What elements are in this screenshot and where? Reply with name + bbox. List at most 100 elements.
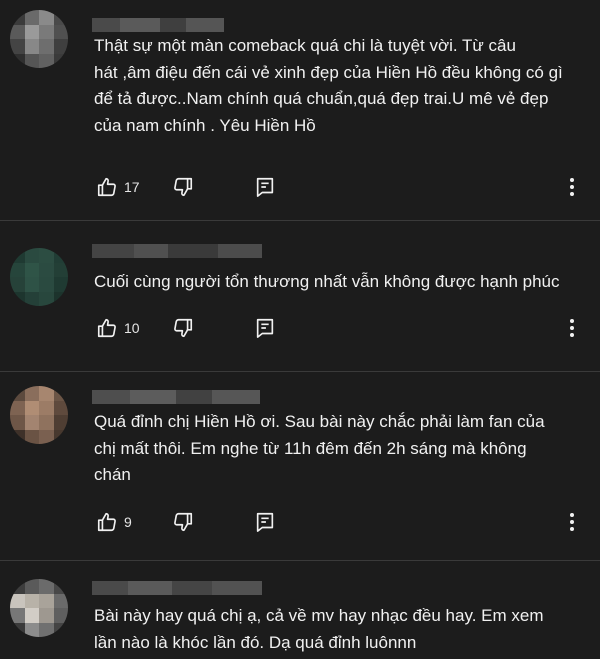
like-button[interactable]: [94, 315, 120, 341]
like-button[interactable]: [94, 174, 120, 200]
avatar-pixel: [39, 608, 54, 623]
avatar[interactable]: [10, 248, 68, 306]
avatar-pixel: [10, 579, 25, 594]
avatar-pixel: [53, 248, 68, 263]
avatar-pixel: [10, 248, 25, 263]
comment: Bài này hay quá chị ạ, cả về mv hay nhạc…: [0, 561, 600, 659]
avatar-pixel: [24, 39, 39, 54]
like-button[interactable]: [94, 509, 120, 535]
avatar-pixel: [10, 608, 25, 623]
author-name-blur: [120, 18, 160, 32]
avatar-pixel: [10, 10, 25, 25]
author-name[interactable]: [92, 18, 224, 32]
dislike-button[interactable]: [170, 174, 196, 200]
avatar-pixel: [53, 39, 68, 54]
avatar-pixel: [24, 291, 39, 306]
author-name-blur: [134, 244, 168, 258]
avatar-pixel: [24, 429, 39, 444]
more-options-button[interactable]: [562, 174, 582, 200]
avatar-pixel: [53, 579, 68, 594]
avatar-pixel: [39, 400, 54, 415]
dislike-button[interactable]: [170, 509, 196, 535]
comment-actions: 10: [94, 315, 582, 341]
thumb-down-icon: [174, 318, 193, 338]
reply-comment-icon: [256, 512, 274, 532]
avatar-pixel: [39, 622, 54, 637]
comment: Quá đỉnh chị Hiền Hồ ơi. Sau bài này chắ…: [0, 372, 600, 561]
avatar-pixel: [53, 262, 68, 277]
avatar-pixel: [39, 277, 54, 292]
avatar-pixel: [39, 53, 54, 68]
avatar-pixel: [53, 291, 68, 306]
thumb-up-icon: [97, 177, 116, 197]
more-options-button[interactable]: [562, 509, 582, 535]
avatar[interactable]: [10, 386, 68, 444]
avatar-pixel: [24, 579, 39, 594]
author-name-blur: [218, 244, 262, 258]
author-name-blur: [168, 244, 218, 258]
avatar-pixel: [39, 10, 54, 25]
avatar-pixel: [24, 386, 39, 401]
avatar-pixel: [53, 415, 68, 430]
author-name-blur: [212, 581, 262, 595]
like-count: 9: [124, 514, 132, 530]
avatar-pixel: [53, 10, 68, 25]
avatar-pixel: [39, 24, 54, 39]
more-options-button[interactable]: [562, 315, 582, 341]
reply-button[interactable]: [252, 509, 278, 535]
dislike-button[interactable]: [170, 315, 196, 341]
comment-text: Thật sự một màn comeback quá chi là tuyệ…: [94, 36, 563, 135]
avatar-pixel: [24, 24, 39, 39]
avatar-pixel: [24, 248, 39, 263]
avatar-pixel: [53, 593, 68, 608]
avatar-pixel: [10, 386, 25, 401]
avatar-pixel: [39, 39, 54, 54]
avatar[interactable]: [10, 579, 68, 637]
author-name-blur: [130, 390, 176, 404]
avatar-pixel: [39, 386, 54, 401]
author-name-blur: [92, 18, 120, 32]
avatar-pixel: [24, 400, 39, 415]
avatar-pixel: [39, 579, 54, 594]
author-name[interactable]: [92, 581, 262, 595]
avatar-pixel: [53, 53, 68, 68]
avatar-pixel: [10, 429, 25, 444]
avatar-pixel: [39, 262, 54, 277]
thumb-up-icon: [97, 318, 116, 338]
avatar-pixel: [24, 608, 39, 623]
author-name-blur: [186, 18, 224, 32]
thumb-up-icon: [97, 512, 116, 532]
avatar-pixel: [10, 262, 25, 277]
reply-comment-icon: [256, 177, 274, 197]
comment-text: Bài này hay quá chị ạ, cả về mv hay nhạc…: [94, 606, 544, 652]
avatar-pixel: [10, 400, 25, 415]
like-count: 10: [124, 320, 140, 336]
avatar-pixel: [24, 10, 39, 25]
avatar-pixel: [24, 53, 39, 68]
avatar-pixel: [39, 415, 54, 430]
avatar-pixel: [10, 277, 25, 292]
avatar-pixel: [10, 593, 25, 608]
more-vertical-icon: [570, 513, 574, 531]
avatar-pixel: [53, 608, 68, 623]
author-name-blur: [160, 18, 186, 32]
avatar-pixel: [24, 262, 39, 277]
reply-button[interactable]: [252, 315, 278, 341]
avatar-pixel: [10, 291, 25, 306]
avatar[interactable]: [10, 10, 68, 68]
avatar-pixel: [39, 291, 54, 306]
avatar-pixel: [53, 622, 68, 637]
comment-text: Quá đỉnh chị Hiền Hồ ơi. Sau bài này chắ…: [94, 412, 545, 484]
like-count: 17: [124, 179, 140, 195]
avatar-pixel: [10, 24, 25, 39]
reply-comment-icon: [256, 318, 274, 338]
avatar-pixel: [10, 622, 25, 637]
author-name[interactable]: [92, 244, 262, 258]
comment: Cuối cùng người tổn thương nhất vẫn khôn…: [0, 221, 600, 372]
avatar-pixel: [24, 622, 39, 637]
avatar-pixel: [39, 429, 54, 444]
reply-button[interactable]: [252, 174, 278, 200]
author-name[interactable]: [92, 390, 260, 404]
avatar-pixel: [53, 429, 68, 444]
author-name-blur: [92, 244, 134, 258]
